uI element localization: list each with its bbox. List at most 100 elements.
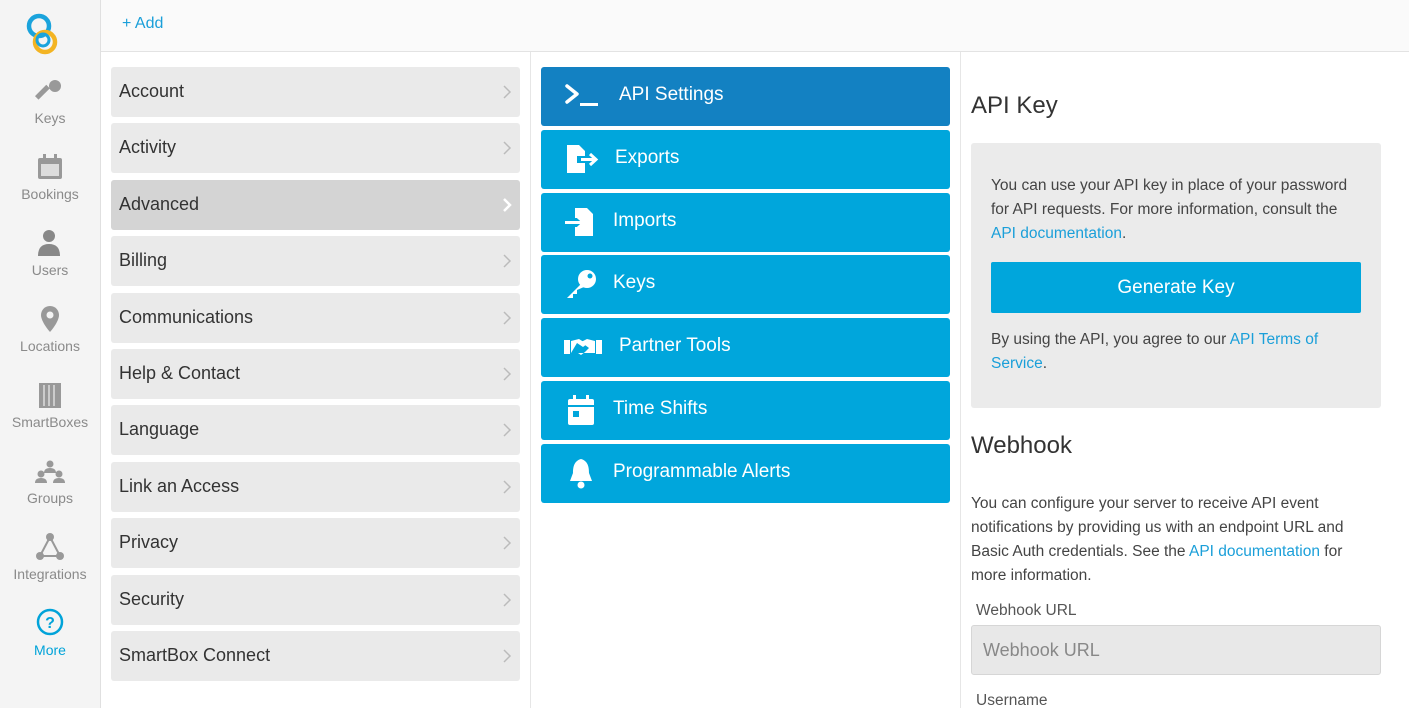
rail-item-users[interactable]: Users bbox=[0, 228, 100, 298]
webhook-description: You can configure your server to receive… bbox=[971, 492, 1381, 588]
tile-label: Imports bbox=[613, 210, 677, 231]
groups-icon bbox=[35, 460, 65, 483]
top-bar: + Add bbox=[101, 0, 1409, 52]
api-key-heading: API Key bbox=[971, 92, 1058, 119]
rail-label: Groups bbox=[27, 490, 73, 506]
settings-item-label: Privacy bbox=[119, 532, 179, 552]
key-icon bbox=[35, 80, 61, 100]
chevron-right-icon bbox=[503, 198, 512, 212]
settings-item-label: Advanced bbox=[119, 194, 200, 214]
tile-label: Exports bbox=[615, 147, 680, 168]
chevron-right-icon bbox=[503, 141, 512, 155]
tile-keys[interactable]: Keys bbox=[541, 255, 950, 314]
settings-item-label: Security bbox=[119, 589, 185, 609]
generate-key-button[interactable]: Generate Key bbox=[991, 262, 1361, 313]
rail-item-integrations[interactable]: Integrations bbox=[0, 532, 100, 602]
settings-item-activity[interactable]: Activity bbox=[111, 123, 520, 173]
rail-label: Locations bbox=[20, 338, 80, 354]
settings-menu: Account Activity Advanced Billing Commun… bbox=[101, 52, 531, 708]
settings-item-label: SmartBox Connect bbox=[119, 645, 271, 665]
settings-item-label: Link an Access bbox=[119, 476, 240, 496]
api-settings-panel: API Key You can use your API key in plac… bbox=[961, 52, 1409, 709]
user-icon bbox=[38, 230, 60, 256]
left-nav-rail: Keys Bookings Users Locations SmartBoxes bbox=[0, 0, 101, 708]
settings-item-help-contact[interactable]: Help & Contact bbox=[111, 349, 520, 399]
rail-item-groups[interactable]: Groups bbox=[0, 456, 100, 526]
chevron-right-icon bbox=[503, 254, 512, 268]
api-terms-text: By using the API, you agree to our API T… bbox=[991, 328, 1361, 376]
bell-icon bbox=[570, 459, 592, 489]
handshake-icon bbox=[564, 339, 602, 355]
chevron-right-icon bbox=[503, 480, 512, 494]
api-key-description: You can use your API key in place of you… bbox=[991, 174, 1361, 246]
rail-label: Integrations bbox=[13, 566, 87, 582]
key-icon bbox=[567, 270, 596, 298]
webhook-api-documentation-link[interactable]: API documentation bbox=[1189, 543, 1320, 560]
rail-item-more[interactable]: ? More bbox=[0, 608, 100, 678]
rail-item-smartboxes[interactable]: SmartBoxes bbox=[0, 380, 100, 450]
settings-item-language[interactable]: Language bbox=[111, 405, 520, 455]
tile-time-shifts[interactable]: Time Shifts bbox=[541, 381, 950, 440]
advanced-menu: API Settings Exports Imports Keys Partne… bbox=[531, 52, 961, 708]
tile-programmable-alerts[interactable]: Programmable Alerts bbox=[541, 444, 950, 503]
app-logo-icon[interactable] bbox=[24, 12, 64, 56]
settings-item-account[interactable]: Account bbox=[111, 67, 520, 117]
export-icon bbox=[567, 145, 599, 173]
username-label: Username bbox=[976, 692, 1048, 709]
rail-label: More bbox=[34, 642, 66, 658]
terminal-icon bbox=[565, 84, 598, 106]
settings-item-label: Billing bbox=[119, 250, 168, 270]
tile-label: Programmable Alerts bbox=[613, 461, 791, 482]
settings-item-billing[interactable]: Billing bbox=[111, 236, 520, 286]
rail-item-locations[interactable]: Locations bbox=[0, 304, 100, 374]
settings-item-label: Help & Contact bbox=[119, 363, 241, 383]
settings-item-privacy[interactable]: Privacy bbox=[111, 518, 520, 568]
integrations-icon bbox=[36, 533, 64, 560]
tile-imports[interactable]: Imports bbox=[541, 193, 950, 252]
help-icon: ? bbox=[36, 608, 64, 636]
chevron-right-icon bbox=[503, 311, 512, 325]
rail-label: Keys bbox=[34, 110, 66, 126]
api-terms-end: . bbox=[1042, 355, 1047, 372]
api-documentation-link[interactable]: API documentation bbox=[991, 225, 1122, 242]
chevron-right-icon bbox=[503, 423, 512, 437]
settings-item-label: Account bbox=[119, 81, 185, 101]
api-key-desc-text: You can use your API key in place of you… bbox=[991, 177, 1348, 218]
rail-item-bookings[interactable]: Bookings bbox=[0, 152, 100, 222]
tile-label: Partner Tools bbox=[619, 335, 731, 356]
chevron-right-icon bbox=[503, 593, 512, 607]
calendar-icon bbox=[568, 395, 594, 425]
settings-item-advanced[interactable]: Advanced bbox=[111, 180, 520, 230]
rail-item-keys[interactable]: Keys bbox=[0, 76, 100, 146]
settings-item-label: Activity bbox=[119, 137, 177, 157]
rail-label: Users bbox=[31, 262, 69, 278]
calendar-icon bbox=[38, 154, 62, 179]
webhook-url-label: Webhook URL bbox=[976, 602, 1077, 619]
api-key-desc-end: . bbox=[1121, 225, 1127, 242]
add-button[interactable]: + Add bbox=[122, 15, 163, 33]
tile-partner-tools[interactable]: Partner Tools bbox=[541, 318, 950, 377]
chevron-right-icon bbox=[503, 536, 512, 550]
settings-item-link-access[interactable]: Link an Access bbox=[111, 462, 520, 512]
chevron-right-icon bbox=[503, 85, 512, 99]
chevron-right-icon bbox=[503, 649, 512, 663]
smartbox-icon bbox=[39, 383, 61, 408]
settings-item-communications[interactable]: Communications bbox=[111, 293, 520, 343]
tile-label: API Settings bbox=[619, 84, 724, 105]
settings-item-smartbox-connect[interactable]: SmartBox Connect bbox=[111, 631, 520, 681]
api-terms-pre: By using the API, you agree to our bbox=[991, 331, 1230, 348]
chevron-right-icon bbox=[503, 367, 512, 381]
settings-item-security[interactable]: Security bbox=[111, 575, 520, 625]
api-key-box: You can use your API key in place of you… bbox=[971, 143, 1381, 408]
rail-label: Bookings bbox=[21, 186, 79, 202]
tile-exports[interactable]: Exports bbox=[541, 130, 950, 189]
settings-item-label: Language bbox=[119, 419, 200, 439]
tile-label: Keys bbox=[613, 272, 656, 293]
location-pin-icon bbox=[41, 306, 59, 332]
rail-label: SmartBoxes bbox=[11, 414, 89, 430]
webhook-heading: Webhook bbox=[971, 432, 1072, 459]
tile-api-settings[interactable]: API Settings bbox=[541, 67, 950, 126]
settings-item-label: Communications bbox=[119, 307, 254, 327]
import-icon bbox=[565, 208, 593, 236]
webhook-url-input[interactable] bbox=[971, 625, 1381, 675]
